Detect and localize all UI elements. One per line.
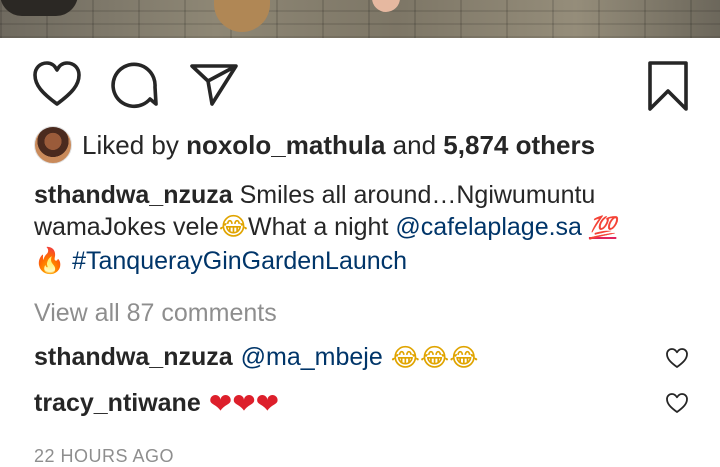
fire-emoji: 🔥: [34, 246, 66, 275]
image-shoe-right: [372, 0, 400, 12]
comment-username[interactable]: sthandwa_nzuza: [34, 343, 233, 372]
view-all-comments-link[interactable]: View all 87 comments: [34, 299, 277, 328]
post-caption: sthandwa_nzuza Smiles all around…Ngiwumu…: [34, 179, 704, 277]
avatar[interactable]: [34, 126, 72, 164]
comment-row: sthandwa_nzuza @ma_mbeje 😂😂😂: [34, 340, 694, 374]
heart-icon[interactable]: [32, 60, 82, 108]
comment-emojis: 😂😂😂: [390, 342, 479, 372]
likes-others-count[interactable]: 5,874 others: [443, 130, 595, 161]
heart-outline-icon[interactable]: [665, 391, 689, 415]
image-shoe-left: [0, 0, 78, 16]
comment-emojis: ❤❤❤: [208, 386, 280, 420]
comment-mention[interactable]: @ma_mbeje: [241, 343, 383, 372]
post-timestamp: 22 HOURS AGO: [34, 446, 175, 466]
liked-by-and: and: [392, 129, 437, 160]
hundred-emoji: 💯: [588, 216, 617, 241]
post-image[interactable]: [0, 0, 720, 38]
caption-hashtag[interactable]: #TanquerayGinGardenLaunch: [72, 247, 407, 275]
laugh-emoji: 😂: [218, 212, 249, 241]
comment-row: tracy_ntiwane ❤❤❤: [34, 386, 694, 420]
bookmark-icon[interactable]: [646, 60, 690, 112]
caption-username[interactable]: sthandwa_nzuza: [34, 181, 233, 209]
caption-text-part2: What a night: [248, 213, 389, 241]
comment-icon[interactable]: [110, 60, 160, 110]
likes-summary: Liked by noxolo_mathula and 5,874 others: [34, 124, 595, 166]
image-shoe-center: [214, 0, 270, 32]
comment-username[interactable]: tracy_ntiwane: [34, 389, 201, 418]
liked-by-prefix: Liked by: [82, 129, 179, 160]
heart-outline-icon[interactable]: [665, 346, 689, 370]
post-action-bar: [0, 58, 720, 120]
liked-by-username[interactable]: noxolo_mathula: [186, 130, 385, 161]
send-icon[interactable]: [188, 60, 240, 108]
caption-mention[interactable]: @cafelaplage.sa: [395, 213, 582, 241]
